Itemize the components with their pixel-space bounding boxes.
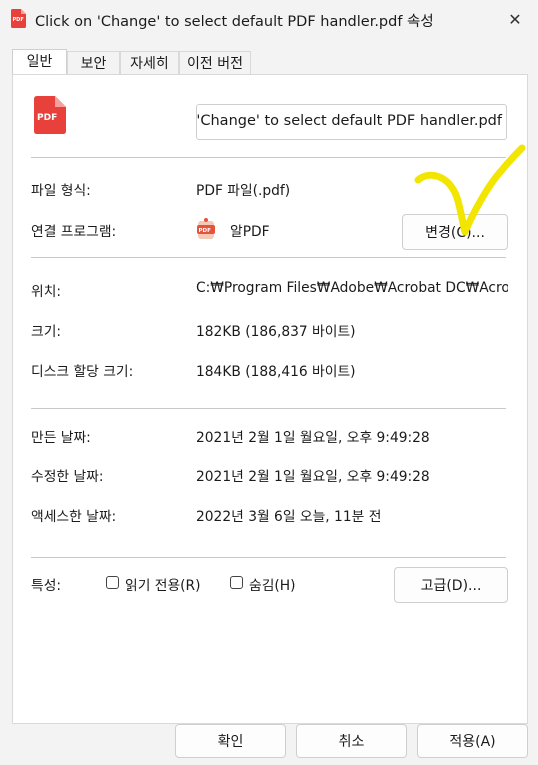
title-bar: PDF Click on 'Change' to select default … [0,0,538,38]
tab-previous-versions[interactable]: 이전 버전 [179,51,251,75]
advanced-button[interactable]: 고급(D)... [394,567,508,603]
pdf-title-icon: PDF [11,9,26,28]
file-type-value: PDF 파일(.pdf) [196,183,291,199]
opens-with-app-name: 알PDF [230,224,270,240]
readonly-label[interactable]: 읽기 전용(R) [125,574,201,594]
ok-button[interactable]: 확인 [175,724,286,758]
cancel-button[interactable]: 취소 [296,724,407,758]
change-button[interactable]: 변경(C)... [402,214,508,250]
window-title: Click on 'Change' to select default PDF … [35,14,434,30]
created-value: 2021년 2월 1일 월요일, 오후 9:49:28 [196,430,430,446]
close-icon: ✕ [508,9,522,29]
location-label: 위치: [31,284,62,300]
cancel-button-label: 취소 [338,734,365,750]
modified-value: 2021년 2월 1일 월요일, 오후 9:49:28 [196,469,430,485]
divider [31,257,506,258]
divider [31,408,506,409]
size-on-disk-label: 디스크 할당 크기: [31,364,134,380]
apply-button-label: 적용(A) [449,734,496,750]
divider [31,157,506,158]
opens-with-label: 연결 프로그램: [31,224,117,240]
filename-input[interactable]: n 'Change' to select default PDF handler… [196,104,507,140]
tab-general[interactable]: 일반 [12,49,67,76]
svg-text:PDF: PDF [13,17,24,23]
tab-details[interactable]: 자세히 [120,51,179,75]
apply-button[interactable]: 적용(A) [417,724,528,758]
alpdf-app-icon: PDF [196,217,216,241]
size-label: 크기: [31,324,62,340]
readonly-checkbox[interactable] [106,576,119,589]
divider [31,557,506,558]
pdf-file-icon: PDF [34,96,66,134]
modified-label: 수정한 날짜: [31,469,104,485]
change-button-label: 변경(C)... [425,225,485,241]
hidden-checkbox[interactable] [230,576,243,589]
general-panel: PDF n 'Change' to select default PDF han… [12,74,528,724]
created-label: 만든 날짜: [31,430,91,446]
accessed-label: 액세스한 날짜: [31,509,117,525]
size-on-disk-value: 184KB (188,416 바이트) [196,364,356,380]
accessed-value: 2022년 3월 6일 오늘, 11분 전 [196,509,382,525]
filename-text: n 'Change' to select default PDF handler… [196,113,502,129]
advanced-button-label: 고급(D)... [420,578,482,594]
pdf-icon-text: PDF [37,113,57,123]
tab-security[interactable]: 보안 [67,51,120,75]
attributes-label: 특성: [31,578,62,594]
hidden-label[interactable]: 숨김(H) [249,574,296,594]
file-type-label: 파일 형식: [31,183,91,199]
close-button[interactable]: ✕ [492,0,538,38]
ok-button-label: 확인 [217,734,244,750]
location-value: C:₩Program Files₩Adobe₩Acrobat DC₩Acrob [196,280,508,296]
svg-text:PDF: PDF [199,228,212,234]
size-value: 182KB (186,837 바이트) [196,324,356,340]
